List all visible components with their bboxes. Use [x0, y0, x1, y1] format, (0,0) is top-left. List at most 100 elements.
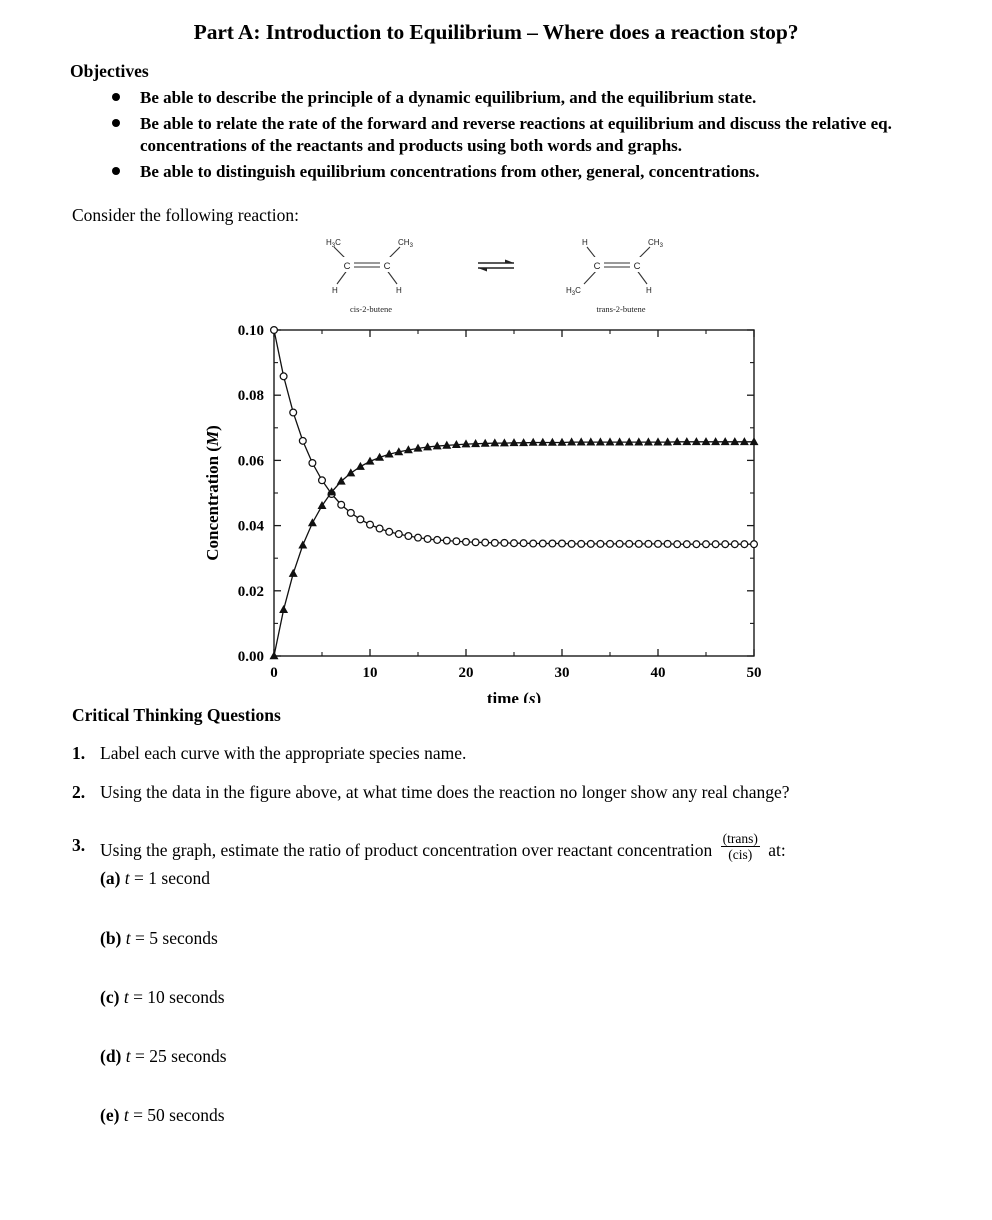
data-point-marker — [749, 540, 759, 549]
question-1: 1. Label each curve with the appropriate… — [72, 742, 992, 765]
x-axis-title: time (s) — [487, 689, 541, 703]
data-point-marker — [730, 540, 739, 549]
data-point-marker — [269, 326, 279, 335]
data-point-marker — [346, 509, 355, 518]
data-point-marker — [423, 535, 432, 544]
bullet-icon — [112, 93, 120, 101]
question-3-subitem-a: (a) t = 1 second — [100, 867, 952, 890]
carbon-atom-label-left: C — [594, 261, 601, 272]
x-axis-tick-label: 50 — [747, 665, 762, 681]
chart-svg: 0 10 20 30 40 50 0.00 0.02 0.04 0.06 0.08 0.10 time … — [203, 323, 762, 703]
data-point-marker — [673, 540, 682, 549]
data-point-marker — [615, 540, 624, 549]
data-point-marker — [481, 538, 490, 548]
question-1-number: 1. — [72, 743, 86, 764]
data-point-marker — [404, 532, 413, 541]
question-2-number: 2. — [72, 782, 86, 803]
data-point-marker — [279, 372, 288, 381]
hydrogen-label-bottom-left: H — [332, 286, 338, 295]
data-point-marker — [461, 538, 471, 547]
subitem-a-label: (a) — [100, 868, 121, 889]
data-point-marker — [298, 540, 308, 549]
bullet-icon — [112, 118, 120, 127]
critical-thinking-heading: Critical Thinking Questions — [72, 705, 281, 726]
series-line-cis-2-butene — [273, 330, 754, 546]
subitem-c-label: (c) — [100, 986, 120, 1007]
data-point-marker — [355, 462, 365, 471]
data-point-marker — [529, 539, 538, 548]
data-point-marker — [289, 408, 298, 417]
objectives-list: Be able to describe the principle of a d… — [0, 87, 992, 183]
subitem-e-value: = 50 seconds — [133, 1104, 225, 1125]
objective-item: Be able to describe the principle of a d… — [0, 87, 992, 110]
data-point-marker — [307, 518, 317, 527]
worksheet-page: Part A: Introduction to Equilibrium – Wh… — [0, 20, 992, 1220]
subitem-e-label: (e) — [100, 1104, 120, 1125]
equilibrium-arrow-icon — [474, 256, 518, 281]
carbon-atom-label-left: C — [344, 261, 351, 272]
data-point-marker — [394, 530, 403, 539]
data-point-marker — [740, 540, 749, 549]
cis-2-butene-structure: C C H3C CH3 H H cis-2-butene — [312, 230, 430, 314]
cis-structure-drawing: C C H3C CH3 H H — [326, 238, 414, 295]
hydrogen-label-top-left: H — [582, 238, 588, 247]
data-point-marker — [519, 539, 528, 548]
subitem-d-var: t — [125, 1045, 131, 1066]
question-2-text: Using the data in the figure above, at w… — [100, 782, 790, 803]
data-point-marker — [644, 540, 653, 549]
objective-text: Be able to describe the principle of a d… — [140, 88, 757, 107]
cis-label: cis-2-butene — [349, 304, 392, 315]
data-point-marker — [721, 540, 730, 549]
fraction-numerator: (trans) — [722, 830, 758, 846]
data-point-marker — [279, 605, 289, 614]
concentration-vs-time-chart: 0 10 20 30 40 50 0.00 0.02 0.04 0.06 0.08 0.10 time … — [0, 318, 992, 703]
data-point-marker — [577, 540, 586, 549]
subitem-d-label: (d) — [100, 1045, 122, 1066]
consider-reaction-line: Consider the following reaction: — [72, 205, 299, 226]
data-point-marker — [596, 540, 605, 549]
data-point-marker — [433, 536, 442, 545]
data-point-marker — [413, 534, 423, 543]
data-point-marker — [663, 540, 672, 549]
data-point-marker — [442, 537, 451, 546]
subitem-e-var: t — [123, 1104, 129, 1125]
x-axis-tick-label: 10 — [363, 665, 378, 681]
subitem-b-var: t — [125, 927, 131, 948]
data-point-marker — [701, 540, 711, 549]
subitem-c-value: = 10 seconds — [133, 986, 225, 1007]
data-point-marker — [586, 540, 595, 549]
carbon-atom-label-right: C — [634, 261, 641, 272]
data-point-marker — [692, 540, 701, 549]
data-point-marker — [288, 569, 298, 578]
x-axis-tick-label: 40 — [651, 665, 666, 681]
objective-item: Be able to distinguish equilibrium conce… — [0, 161, 992, 184]
question-3-number: 3. — [72, 834, 86, 855]
y-axis-tick-label: 0.10 — [238, 323, 264, 339]
plot-frame — [273, 329, 755, 658]
fraction-denominator: (cis) — [720, 845, 760, 862]
hydrogen-label-bottom-right: H — [646, 286, 652, 295]
question-3-subitem-c: (c) t = 10 seconds — [100, 987, 992, 1008]
data-point-marker — [500, 539, 509, 548]
data-point-marker — [634, 540, 643, 549]
data-point-marker — [375, 524, 384, 533]
trans-structure-drawing: C C H CH3 H3C H — [566, 238, 664, 297]
page-title: Part A: Introduction to Equilibrium – Wh… — [193, 20, 799, 44]
question-3: 3. Using the graph, estimate the ratio o… — [72, 830, 992, 890]
data-point-marker — [356, 515, 365, 524]
data-point-marker — [557, 539, 567, 548]
data-point-marker — [538, 539, 547, 548]
objectives-heading: Objectives — [70, 61, 149, 81]
question-3-subitem-e: (e) t = 50 seconds — [100, 1105, 992, 1126]
methyl-label-bottom-left: H3C — [566, 286, 581, 297]
subitem-b-label: (b) — [100, 927, 122, 948]
data-point-marker — [365, 521, 375, 530]
objective-text: Be able to distinguish equilibrium conce… — [140, 161, 760, 181]
subitem-a-value: = 1 second — [134, 868, 210, 889]
y-axis-tick-label: 0.00 — [238, 649, 264, 665]
x-axis-tick-label: 20 — [459, 665, 474, 681]
data-point-marker — [653, 540, 663, 549]
methyl-label-top-left: H3C — [326, 238, 341, 249]
question-1-text: Label each curve with the appropriate sp… — [100, 743, 467, 764]
x-axis-tick-label: 30 — [555, 665, 570, 681]
